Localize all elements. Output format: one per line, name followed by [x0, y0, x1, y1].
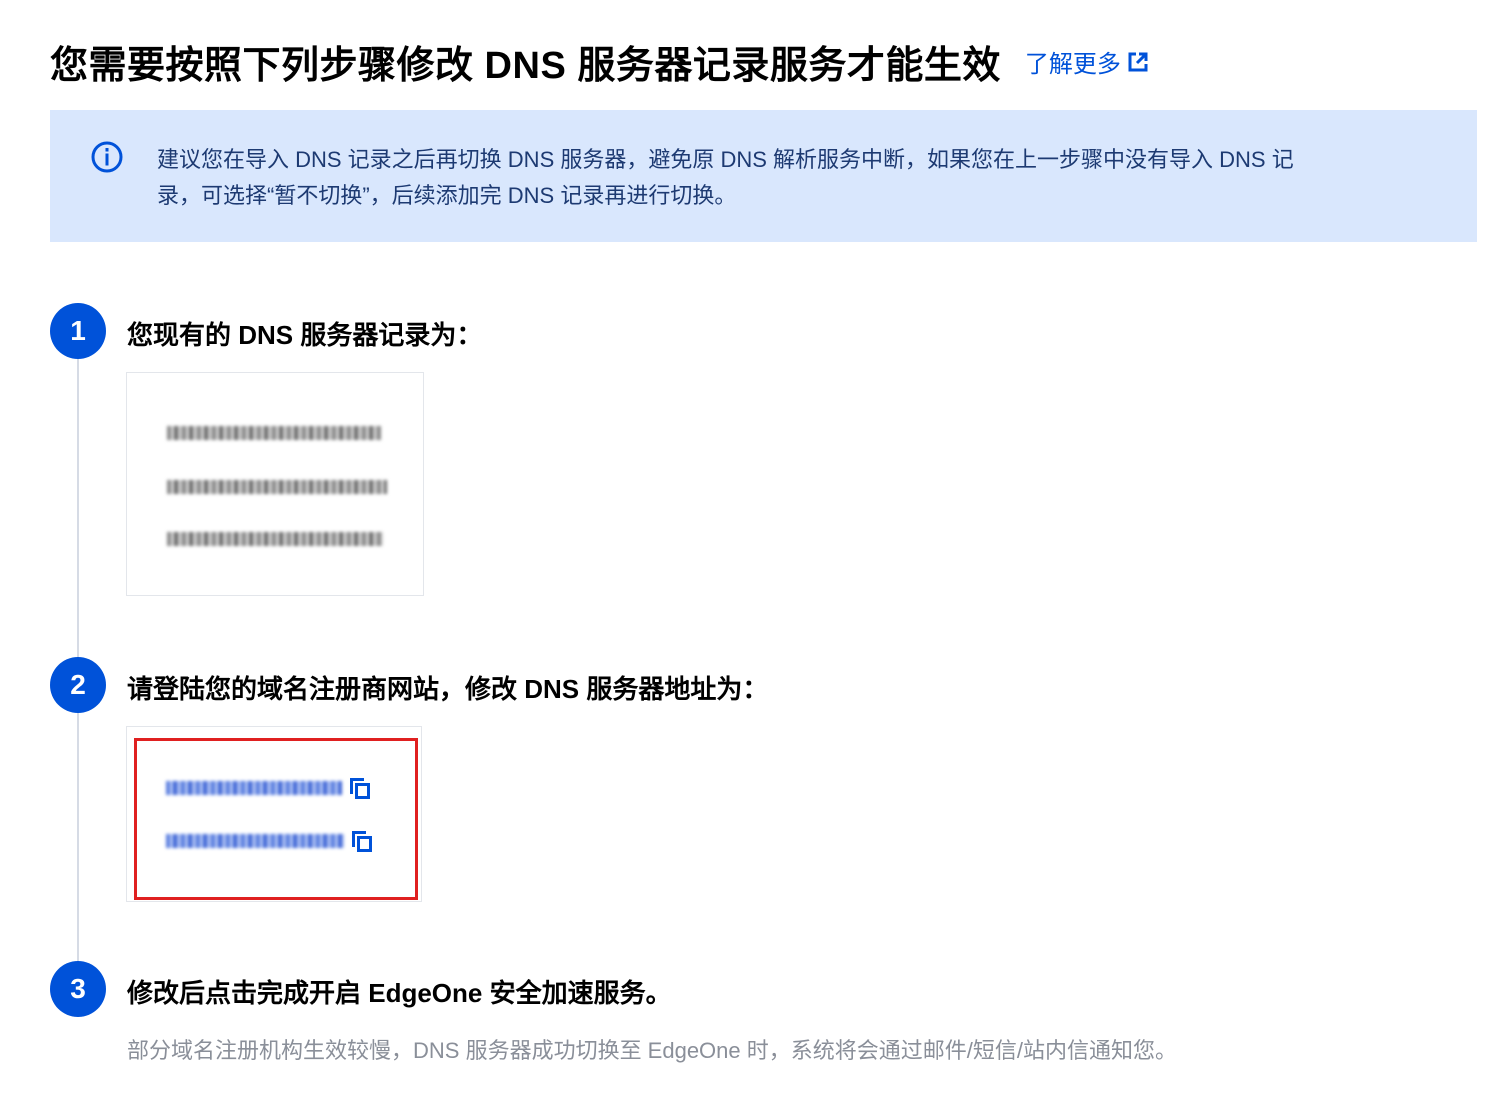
info-circle-icon	[90, 140, 124, 179]
nameserver-redacted	[166, 834, 344, 848]
nameserver-redacted	[166, 781, 342, 795]
current-dns-records-box	[126, 372, 424, 596]
step-2-number: 2	[50, 657, 106, 713]
notice-text: 建议您在导入 DNS 记录之后再切换 DNS 服务器，避免原 DNS 解析服务中…	[157, 142, 1417, 214]
copy-icon[interactable]	[348, 776, 372, 800]
page-header: 您需要按照下列步骤修改 DNS 服务器记录服务才能生效 了解更多	[50, 34, 1149, 89]
page-title: 您需要按照下列步骤修改 DNS 服务器记录服务才能生效	[50, 45, 1001, 87]
external-link-icon	[1127, 51, 1149, 73]
notice-banner: 建议您在导入 DNS 记录之后再切换 DNS 服务器，避免原 DNS 解析服务中…	[50, 110, 1477, 242]
dns-record-redacted	[167, 480, 387, 494]
dns-record-redacted	[167, 532, 383, 546]
step-1-title: 您现有的 DNS 服务器记录为：	[127, 320, 483, 350]
step-3-description: 部分域名注册机构生效较慢，DNS 服务器成功切换至 EdgeOne 时，系统将会…	[127, 1038, 1177, 1063]
highlight-box	[134, 738, 418, 900]
step-3-number: 3	[50, 961, 106, 1017]
step-3-title: 修改后点击完成开启 EdgeOne 安全加速服务。	[127, 978, 672, 1008]
step-2-title: 请登陆您的域名注册商网站，修改 DNS 服务器地址为：	[127, 674, 769, 704]
nameserver-item[interactable]	[166, 830, 374, 852]
nameserver-item[interactable]	[166, 777, 372, 799]
copy-icon[interactable]	[350, 829, 374, 853]
learn-more-label: 了解更多	[1024, 51, 1121, 78]
step-1-number: 1	[50, 303, 106, 359]
notice-line-1: 建议您在导入 DNS 记录之后再切换 DNS 服务器，避免原 DNS 解析服务中…	[157, 147, 1294, 172]
dns-record-redacted	[167, 426, 381, 440]
learn-more-link[interactable]: 了解更多	[1025, 44, 1149, 79]
notice-line-2: 录，可选择“暂不切换”，后续添加完 DNS 记录再进行切换。	[157, 183, 737, 208]
